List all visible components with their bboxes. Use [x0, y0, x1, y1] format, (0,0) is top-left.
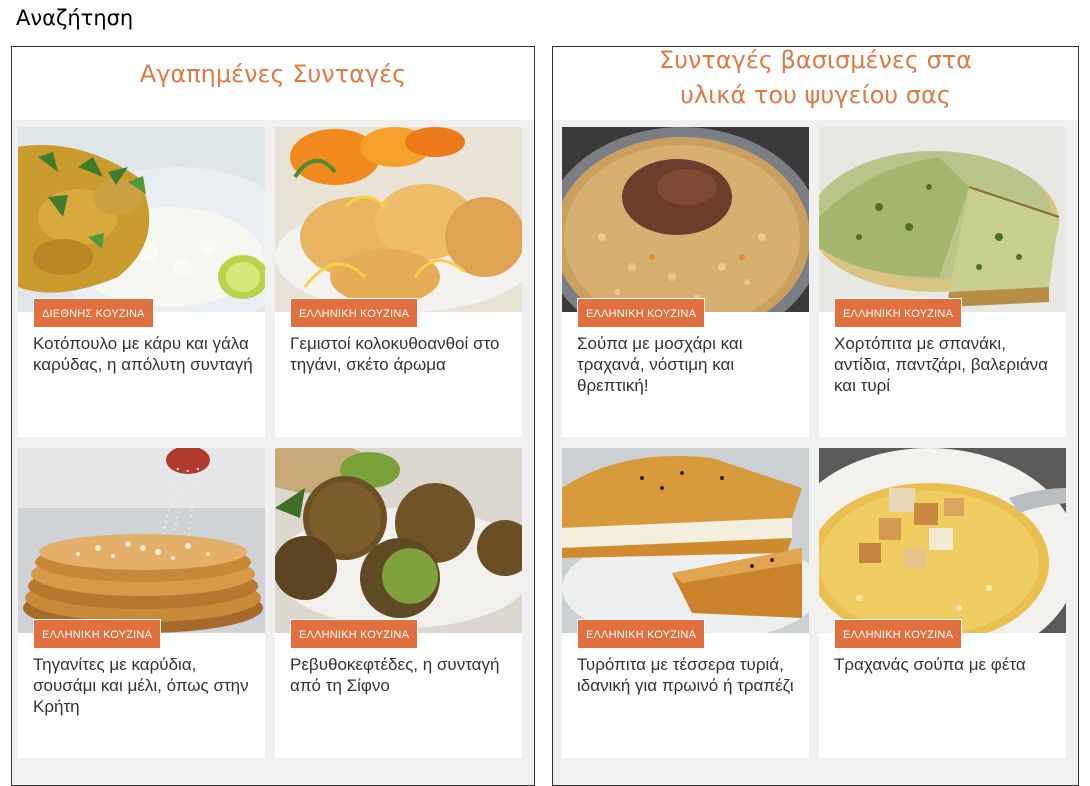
fridge-recipes-grid: ΕΛΛΗΝΙΚΗ ΚΟΥΖΙΝΑ Σούπα με μοσχάρι και τρ…: [553, 120, 1078, 785]
recipe-card-trahana-feta-soup[interactable]: ΕΛΛΗΝΙΚΗ ΚΟΥΖΙΝΑ Τραχανάς σούπα με φέτα: [819, 448, 1066, 758]
recipe-image-beef-trahana-soup[interactable]: [562, 127, 809, 312]
recipe-title[interactable]: Ρεβυθοκεφτέδες, η συνταγή από τη Σίφνο: [290, 654, 510, 696]
category-badge[interactable]: ΕΛΛΗΝΙΚΗ ΚΟΥΖΙΝΑ: [290, 619, 419, 649]
favorites-title: Αγαπημένες Συνταγές: [139, 60, 407, 88]
recipe-title[interactable]: Σούπα με μοσχάρι και τραχανά, νόστιμη κα…: [577, 333, 797, 396]
search-link[interactable]: Αναζήτηση: [16, 6, 133, 30]
recipe-card-chickpea-fritters[interactable]: ΕΛΛΗΝΙΚΗ ΚΟΥΖΙΝΑ Ρεβυθοκεφτέδες, η συντα…: [275, 448, 522, 758]
recipe-title[interactable]: Κοτόπουλο με κάρυ και γάλα καρύδας, η απ…: [33, 333, 253, 375]
recipe-card-stuffed-zucchini-flowers[interactable]: ΕΛΛΗΝΙΚΗ ΚΟΥΖΙΝΑ Γεμιστοί κολοκυθοανθοί …: [275, 127, 522, 437]
favorites-grid: ΔΙΕΘΝΗΣ ΚΟΥΖΙΝΑ Κοτόπουλο με κάρυ και γά…: [12, 120, 534, 785]
recipe-card-four-cheese-pie[interactable]: ΕΛΛΗΝΙΚΗ ΚΟΥΖΙΝΑ Τυρόπιτα με τέσσερα τυρ…: [562, 448, 809, 758]
recipe-title[interactable]: Τηγανίτες με καρύδια, σουσάμι και μέλι, …: [33, 654, 253, 717]
recipe-title[interactable]: Γεμιστοί κολοκυθοανθοί στο τηγάνι, σκέτο…: [290, 333, 510, 375]
recipe-card-walnut-pancakes[interactable]: ΕΛΛΗΝΙΚΗ ΚΟΥΖΙΝΑ Τηγανίτες με καρύδια, σ…: [18, 448, 265, 758]
recipe-image-stuffed-zucchini-flowers[interactable]: [275, 127, 522, 312]
recipe-title[interactable]: Τραχανάς σούπα με φέτα: [834, 654, 1054, 675]
recipe-image-chickpea-fritters[interactable]: [275, 448, 522, 633]
fridge-title-line-2: υλικά του ψυγείου σας: [680, 81, 951, 109]
category-badge[interactable]: ΕΛΛΗΝΙΚΗ ΚΟΥΖΙΝΑ: [290, 298, 419, 328]
recipe-image-chicken-curry[interactable]: [18, 127, 265, 312]
recipe-image-four-cheese-pie[interactable]: [562, 448, 809, 633]
fridge-recipes-title: Συνταγές βασισμένες στα υλικά του ψυγείο…: [553, 43, 1078, 113]
recipe-image-trahana-feta-soup[interactable]: [819, 448, 1066, 633]
favorites-panel: Αγαπημένες Συνταγές ΔΙΕΘΝΗΣ ΚΟΥΖΙΝΑ Κοτό…: [11, 46, 535, 786]
fridge-recipes-panel: Συνταγές βασισμένες στα υλικά του ψυγείο…: [552, 46, 1079, 786]
recipe-card-greens-pie[interactable]: ΕΛΛΗΝΙΚΗ ΚΟΥΖΙΝΑ Χορτόπιτα με σπανάκι, α…: [819, 127, 1066, 437]
fridge-title-line-1: Συνταγές βασισμένες στα: [658, 46, 973, 74]
recipe-card-chicken-curry[interactable]: ΔΙΕΘΝΗΣ ΚΟΥΖΙΝΑ Κοτόπουλο με κάρυ και γά…: [18, 127, 265, 437]
recipe-image-greens-pie[interactable]: [819, 127, 1066, 312]
category-badge[interactable]: ΕΛΛΗΝΙΚΗ ΚΟΥΖΙΝΑ: [577, 619, 706, 649]
category-badge[interactable]: ΕΛΛΗΝΙΚΗ ΚΟΥΖΙΝΑ: [33, 619, 162, 649]
category-badge[interactable]: ΕΛΛΗΝΙΚΗ ΚΟΥΖΙΝΑ: [577, 298, 706, 328]
recipe-card-beef-trahana-soup[interactable]: ΕΛΛΗΝΙΚΗ ΚΟΥΖΙΝΑ Σούπα με μοσχάρι και τρ…: [562, 127, 809, 437]
category-badge[interactable]: ΕΛΛΗΝΙΚΗ ΚΟΥΖΙΝΑ: [834, 298, 963, 328]
recipe-title[interactable]: Τυρόπιτα με τέσσερα τυριά, ιδανική για π…: [577, 654, 797, 696]
recipe-image-walnut-pancakes[interactable]: [18, 448, 265, 633]
category-badge[interactable]: ΔΙΕΘΝΗΣ ΚΟΥΖΙΝΑ: [33, 298, 154, 328]
category-badge[interactable]: ΕΛΛΗΝΙΚΗ ΚΟΥΖΙΝΑ: [834, 619, 963, 649]
recipe-title[interactable]: Χορτόπιτα με σπανάκι, αντίδια, παντζάρι,…: [834, 333, 1054, 396]
